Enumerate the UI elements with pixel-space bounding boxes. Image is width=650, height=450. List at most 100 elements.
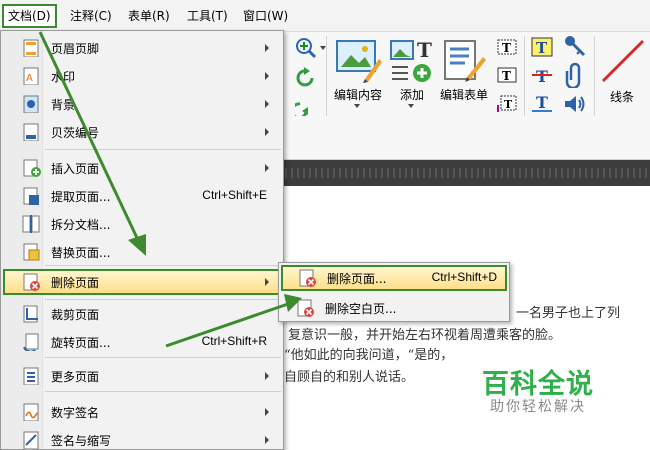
menu-item-label: 更多页面 <box>51 370 100 384</box>
menu-item-header-footer[interactable]: 页眉页脚 <box>3 35 281 61</box>
split-document-icon <box>22 215 40 233</box>
key-icon <box>565 36 586 57</box>
text-frame-icon: T <box>497 67 517 83</box>
menu-form[interactable]: 表单(R) <box>124 4 174 28</box>
document-menu: 页眉页脚 A 水印 背景 贝茨编号 插入页面 提取页面... Ctrl+Shif… <box>0 30 284 450</box>
submenu-arrow-icon <box>265 408 269 416</box>
underline-text-button[interactable]: T <box>530 92 554 114</box>
extract-page-icon <box>23 187 39 205</box>
menu-item-label: 拆分文档... <box>51 218 111 232</box>
submenu-arrow-icon <box>265 164 269 172</box>
svg-text:T: T <box>536 39 548 57</box>
menu-window[interactable]: 窗口(W) <box>239 4 292 28</box>
text-frame-button[interactable]: T <box>496 64 518 86</box>
insert-page-icon <box>23 159 41 177</box>
rotate-left-button[interactable] <box>294 66 318 88</box>
rotate-right-icon <box>295 102 308 116</box>
submenu-item-delete-blank-pages[interactable]: 删除空白页... <box>281 295 507 321</box>
text-callout-button[interactable]: T <box>496 92 518 114</box>
edit-content-icon <box>336 40 382 83</box>
menu-item-label: 数字签名 <box>51 406 100 420</box>
zoom-in-icon <box>296 38 317 59</box>
svg-text:T: T <box>417 38 432 62</box>
add-icon: T <box>390 38 432 82</box>
menu-item-background[interactable]: 背景 <box>3 91 281 117</box>
text-callout-icon: T <box>497 95 517 112</box>
submenu-arrow-icon <box>265 128 269 136</box>
menu-item-replace-page[interactable]: 替换页面... <box>3 239 281 265</box>
crop-page-icon <box>23 305 38 323</box>
more-pages-icon <box>23 367 39 385</box>
edit-content-label: 编辑内容 <box>334 88 383 102</box>
doc-text-line: “他如此的向我问道，“是的， <box>284 348 454 363</box>
rotate-page-icon <box>23 333 39 351</box>
doc-text-line: 一名男子也上了列 <box>516 306 621 321</box>
submenu-arrow-icon <box>265 372 269 380</box>
menu-item-label: 签名与缩写 <box>51 434 112 448</box>
digital-signature-icon <box>23 403 39 421</box>
menu-document[interactable]: 文档(D) <box>2 4 57 28</box>
add-label: 添加 <box>400 88 425 102</box>
attach-file-button[interactable] <box>562 62 588 88</box>
submenu-arrow-icon <box>265 100 269 108</box>
highlight-text-button[interactable]: T <box>530 36 554 58</box>
bates-number-icon <box>23 123 39 141</box>
delete-page-icon <box>299 269 316 287</box>
menu-item-watermark[interactable]: A 水印 <box>3 63 281 89</box>
submenu-arrow-icon <box>265 436 269 444</box>
menu-item-extract-page[interactable]: 提取页面... Ctrl+Shift+E <box>3 183 281 209</box>
rotate-right-button[interactable] <box>294 94 318 116</box>
menu-item-bates-number[interactable]: 贝茨编号 <box>3 119 281 145</box>
sign-initials-icon <box>23 431 39 449</box>
menu-item-label: 裁剪页面 <box>51 308 100 322</box>
menu-item-insert-page[interactable]: 插入页面 <box>3 155 281 181</box>
menu-item-shortcut: Ctrl+Shift+R <box>201 334 267 348</box>
doc-text-line: 自顾自的和别人说话。 <box>284 370 415 385</box>
replace-page-icon <box>23 243 40 261</box>
edit-form-label: 编辑表单 <box>440 88 489 102</box>
menu-item-delete-page[interactable]: 删除页面 <box>3 269 281 295</box>
sound-button[interactable] <box>562 92 588 116</box>
edit-form-icon <box>444 40 486 82</box>
menu-item-label: 背景 <box>51 98 76 112</box>
delete-page-icon <box>23 273 40 291</box>
submenu-item-delete-pages[interactable]: 删除页面... Ctrl+Shift+D <box>281 265 507 291</box>
menu-item-label: 水印 <box>51 70 76 84</box>
submenu-item-label: 删除页面... <box>327 272 387 286</box>
menu-item-label: 提取页面... <box>51 190 111 204</box>
key-button[interactable] <box>562 34 588 58</box>
edit-form-button[interactable] <box>440 36 488 84</box>
menu-item-split-document[interactable]: 拆分文档... <box>3 211 281 237</box>
menu-annotate[interactable]: 注释(C) <box>66 4 116 28</box>
edit-content-button[interactable] <box>334 36 384 84</box>
doc-text-line: 复意识一般，并开始左右环视着周遭乘客的脸。 <box>288 328 562 343</box>
speaker-icon <box>565 96 585 112</box>
line-tool-button[interactable] <box>598 36 646 86</box>
submenu-arrow-icon <box>265 278 269 286</box>
menu-item-digital-signature[interactable]: 数字签名 <box>3 399 281 425</box>
menu-item-crop-page[interactable]: 裁剪页面 <box>3 301 281 327</box>
svg-text:T: T <box>502 69 511 83</box>
zoom-in-button[interactable] <box>294 36 318 60</box>
menu-item-rotate-page[interactable]: 旋转页面... Ctrl+Shift+R <box>3 329 281 355</box>
menu-item-label: 页眉页脚 <box>51 42 100 56</box>
svg-text:T: T <box>536 93 548 112</box>
edit-content-dropdown-icon[interactable] <box>354 104 360 108</box>
paperclip-icon <box>565 62 581 88</box>
add-dropdown-icon[interactable] <box>408 104 414 108</box>
delete-page-submenu: 删除页面... Ctrl+Shift+D 删除空白页... <box>278 262 510 322</box>
text-field-icon: T <box>497 39 517 55</box>
watermark-subtitle: 助你轻松解决 <box>490 399 586 415</box>
delete-blank-page-icon <box>297 299 314 317</box>
menu-tools[interactable]: 工具(T) <box>183 4 232 28</box>
text-field-button[interactable]: T <box>496 36 518 58</box>
menu-item-label: 删除页面 <box>51 276 100 290</box>
header-footer-icon <box>23 39 39 57</box>
strikeout-text-icon: T <box>532 67 552 85</box>
submenu-item-label: 删除空白页... <box>325 302 397 316</box>
menu-item-more-pages[interactable]: 更多页面 <box>3 363 281 389</box>
add-button[interactable]: T <box>390 36 436 84</box>
menu-item-sign-initials[interactable]: 签名与缩写 <box>3 427 281 450</box>
strikeout-text-button[interactable]: T <box>530 64 554 86</box>
watermark-icon: A <box>23 67 39 85</box>
